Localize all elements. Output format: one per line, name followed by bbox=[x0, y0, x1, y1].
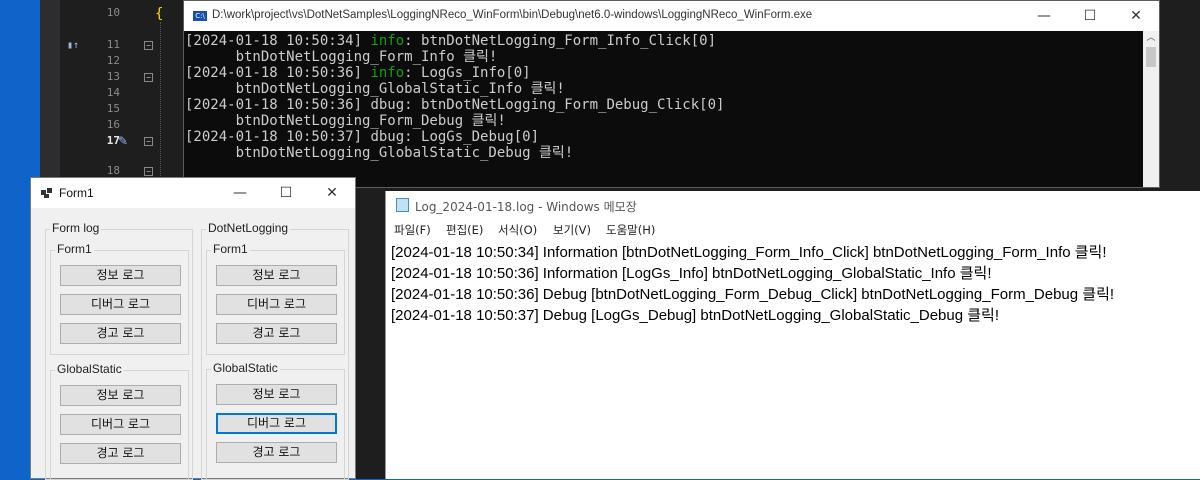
code-reference-icon[interactable]: ▮↑ bbox=[67, 40, 79, 52]
scroll-thumb[interactable] bbox=[1146, 47, 1156, 67]
warning-log-button[interactable]: 경고 로그 bbox=[216, 442, 337, 463]
group-dotnet-logging-form1: Form1 정보 로그 디버그 로그 경고 로그 bbox=[206, 242, 345, 355]
group-form-log: Form log Form1 정보 로그 디버그 로그 경고 로그 Global… bbox=[45, 221, 193, 480]
group-label: Form1 bbox=[55, 242, 94, 256]
line-number: 18 bbox=[106, 164, 120, 177]
line-number: 12 bbox=[106, 54, 120, 67]
notepad-text-area[interactable]: [2024-01-18 10:50:34] Information [btnDo… bbox=[391, 242, 1200, 479]
console-window: C:\ D:\work\project\vs\DotNetSamples\Log… bbox=[183, 0, 1160, 188]
group-dotnet-logging: DotNetLogging Form1 정보 로그 디버그 로그 경고 로그 G… bbox=[201, 221, 349, 480]
line-number: 10 bbox=[106, 6, 120, 19]
log-line: [2024-01-18 10:50:37] Debug [LogGs_Debug… bbox=[391, 307, 1000, 324]
warning-log-button[interactable]: 경고 로그 bbox=[216, 323, 337, 344]
group-label: Form log bbox=[50, 221, 102, 235]
edit-pencil-icon: ✎ bbox=[118, 134, 129, 148]
notepad-app-icon bbox=[396, 198, 409, 212]
minimize-button[interactable]: — bbox=[1021, 1, 1067, 31]
line-number: 13 bbox=[106, 70, 120, 83]
group-label: GlobalStatic bbox=[55, 362, 124, 376]
log-line: [2024-01-18 10:50:36] Debug [btnDotNetLo… bbox=[391, 286, 1115, 303]
debug-log-button[interactable]: 디버그 로그 bbox=[216, 413, 337, 434]
console-line: btnDotNetLogging_Form_Debug 클릭! bbox=[185, 113, 506, 129]
debug-log-button[interactable]: 디버그 로그 bbox=[60, 294, 181, 315]
info-log-button[interactable]: 정보 로그 bbox=[216, 384, 337, 405]
group-label: DotNetLogging bbox=[206, 221, 291, 235]
console-title: D:\work\project\vs\DotNetSamples\Logging… bbox=[212, 9, 813, 21]
group-form-log-form1: Form1 정보 로그 디버그 로그 경고 로그 bbox=[50, 242, 189, 355]
console-line: btnDotNetLogging_Form_Info 클릭! bbox=[185, 49, 498, 65]
console-line: btnDotNetLogging_GlobalStatic_Debug 클릭! bbox=[185, 145, 574, 161]
collapse-icon[interactable]: − bbox=[144, 167, 153, 176]
debug-log-button[interactable]: 디버그 로그 bbox=[216, 294, 337, 315]
line-number: 15 bbox=[106, 102, 120, 115]
console-output[interactable]: [2024-01-18 10:50:34] info: btnDotNetLog… bbox=[184, 31, 1143, 187]
code-brace: { bbox=[155, 6, 164, 22]
line-number: 11 bbox=[106, 38, 120, 51]
menu-view[interactable]: 보기(V) bbox=[553, 222, 591, 238]
form-app-icon bbox=[41, 188, 52, 198]
notepad-menubar: 파일(F) 편집(E) 서식(O) 보기(V) 도움말(H) bbox=[386, 219, 1200, 241]
collapse-icon[interactable]: − bbox=[144, 137, 153, 146]
warning-log-button[interactable]: 경고 로그 bbox=[60, 443, 181, 464]
log-line: [2024-01-18 10:50:34] Information [btnDo… bbox=[391, 244, 1107, 261]
line-number: 16 bbox=[106, 118, 120, 131]
indent-guide bbox=[160, 22, 162, 182]
info-log-button[interactable]: 정보 로그 bbox=[216, 265, 337, 286]
warning-log-button[interactable]: 경고 로그 bbox=[60, 323, 181, 344]
form1-titlebar[interactable]: Form1 — ☐ ✕ bbox=[31, 178, 355, 208]
menu-help[interactable]: 도움말(H) bbox=[606, 222, 655, 238]
close-button[interactable]: ✕ bbox=[309, 178, 355, 208]
maximize-button[interactable]: ☐ bbox=[263, 178, 309, 208]
menu-edit[interactable]: 편집(E) bbox=[446, 222, 483, 238]
notepad-title: Log_2024-01-18.log - Windows 메모장 bbox=[415, 200, 637, 214]
console-line: [2024-01-18 10:50:37] dbug: LogGs_Debug[… bbox=[185, 129, 540, 145]
info-log-button[interactable]: 정보 로그 bbox=[60, 265, 181, 286]
console-scrollbar[interactable]: ︿ bbox=[1143, 31, 1159, 187]
form1-window: Form1 — ☐ ✕ Form log Form1 정보 로그 디버그 로그 … bbox=[30, 177, 356, 480]
notepad-titlebar[interactable]: Log_2024-01-18.log - Windows 메모장 bbox=[386, 191, 1200, 219]
log-line: [2024-01-18 10:50:36] Information [LogGs… bbox=[391, 265, 992, 282]
minimize-button[interactable]: — bbox=[217, 178, 263, 208]
menu-file[interactable]: 파일(F) bbox=[394, 222, 431, 238]
console-app-icon: C:\ bbox=[193, 11, 207, 21]
debug-log-button[interactable]: 디버그 로그 bbox=[60, 414, 181, 435]
close-button[interactable]: ✕ bbox=[1113, 1, 1159, 31]
maximize-button[interactable]: ☐ bbox=[1067, 1, 1113, 31]
group-label: Form1 bbox=[211, 242, 250, 256]
collapse-icon[interactable]: − bbox=[144, 41, 153, 50]
console-line: [2024-01-18 10:50:34] info: btnDotNetLog… bbox=[185, 33, 717, 49]
console-line: [2024-01-18 10:50:36] dbug: btnDotNetLog… bbox=[185, 97, 725, 113]
notepad-window: Log_2024-01-18.log - Windows 메모장 파일(F) 편… bbox=[385, 191, 1200, 479]
info-log-button[interactable]: 정보 로그 bbox=[60, 385, 181, 406]
console-line: btnDotNetLogging_GlobalStatic_Info 클릭! bbox=[185, 81, 565, 97]
console-titlebar[interactable]: C:\ D:\work\project\vs\DotNetSamples\Log… bbox=[184, 1, 1159, 31]
collapse-icon[interactable]: − bbox=[144, 73, 153, 82]
line-number-current: 17 bbox=[106, 134, 120, 147]
menu-format[interactable]: 서식(O) bbox=[498, 222, 537, 238]
scroll-up-icon[interactable]: ︿ bbox=[1143, 31, 1159, 45]
group-dotnet-logging-globalstatic: GlobalStatic 정보 로그 디버그 로그 경고 로그 bbox=[206, 361, 345, 480]
form1-title: Form1 bbox=[59, 186, 94, 200]
group-form-log-globalstatic: GlobalStatic 정보 로그 디버그 로그 경고 로그 bbox=[50, 362, 189, 480]
console-line: [2024-01-18 10:50:36] info: LogGs_Info[0… bbox=[185, 65, 531, 81]
group-label: GlobalStatic bbox=[211, 361, 280, 375]
line-number: 14 bbox=[106, 86, 120, 99]
